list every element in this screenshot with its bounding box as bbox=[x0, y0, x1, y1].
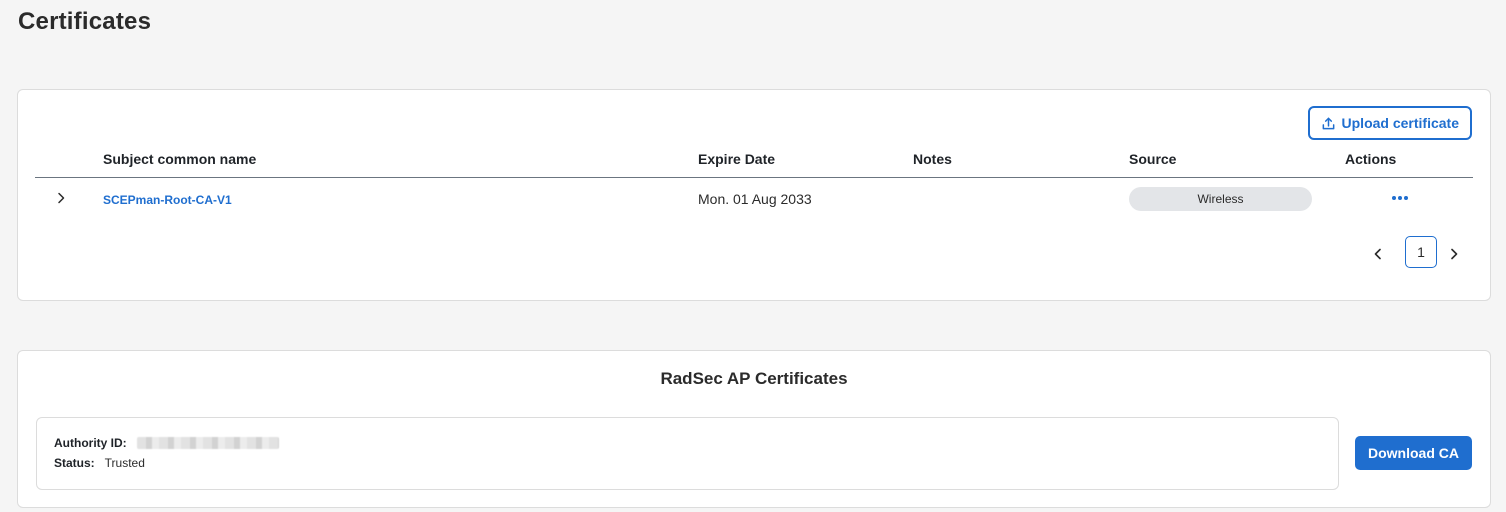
column-header-name[interactable]: Subject common name bbox=[103, 151, 256, 167]
certificate-name-link[interactable]: SCEPman-Root-CA-V1 bbox=[103, 193, 232, 207]
more-horizontal-icon[interactable] bbox=[1390, 188, 1410, 208]
authority-id-row: Authority ID: bbox=[54, 436, 279, 450]
status-value: Trusted bbox=[104, 456, 145, 470]
radsec-title: RadSec AP Certificates bbox=[660, 369, 848, 388]
authority-id-label: Authority ID: bbox=[54, 436, 127, 450]
upload-certificate-label: Upload certificate bbox=[1341, 115, 1459, 131]
column-header-source[interactable]: Source bbox=[1129, 151, 1176, 167]
pagination-page-button[interactable]: 1 bbox=[1405, 236, 1437, 268]
dot bbox=[1404, 196, 1408, 200]
radsec-card: RadSec AP Certificates Authority ID: Sta… bbox=[17, 350, 1491, 508]
certificate-expire-date: Mon. 01 Aug 2033 bbox=[698, 191, 812, 207]
page-title: Certificates bbox=[18, 8, 152, 35]
status-row: Status: Trusted bbox=[54, 456, 145, 470]
chevron-right-icon[interactable] bbox=[1446, 246, 1462, 262]
upload-certificate-button[interactable]: Upload certificate bbox=[1307, 106, 1472, 140]
table-header: Subject common name Expire Date Notes So… bbox=[35, 148, 1473, 178]
dot bbox=[1392, 196, 1396, 200]
chevron-right-icon[interactable] bbox=[53, 190, 69, 206]
upload-icon bbox=[1322, 117, 1334, 129]
column-header-expire-date[interactable]: Expire Date bbox=[698, 151, 775, 167]
dot bbox=[1398, 196, 1402, 200]
source-badge: Wireless bbox=[1129, 187, 1312, 211]
authority-info-box: Authority ID: Status: Trusted bbox=[36, 417, 1339, 490]
certificates-card: Upload certificate Subject common name E… bbox=[17, 89, 1491, 301]
table-row: SCEPman-Root-CA-V1 Mon. 01 Aug 2033 Wire… bbox=[35, 180, 1473, 220]
column-header-actions: Actions bbox=[1345, 151, 1397, 167]
chevron-left-icon[interactable] bbox=[1370, 246, 1386, 262]
authority-id-value-redacted bbox=[136, 437, 279, 449]
download-ca-button[interactable]: Download CA bbox=[1355, 436, 1472, 470]
column-header-notes[interactable]: Notes bbox=[913, 151, 952, 167]
status-label: Status: bbox=[54, 456, 95, 470]
